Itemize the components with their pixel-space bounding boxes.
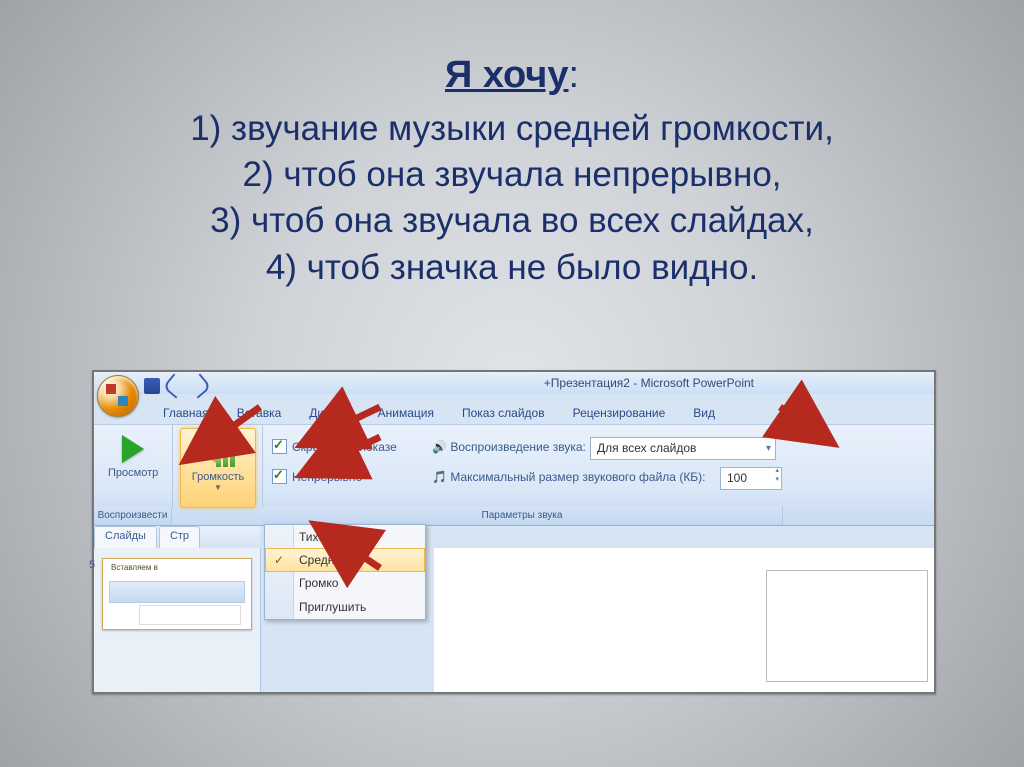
list-item: 4) чтоб значка не было видно. bbox=[0, 245, 1024, 291]
headline-list: 1) звучание музыки средней громкости, 2)… bbox=[0, 106, 1024, 291]
tab-outline[interactable]: Стр bbox=[159, 526, 200, 548]
tab-insert[interactable]: Вставка bbox=[228, 404, 291, 422]
group-play: Просмотр Воспроизвести bbox=[94, 425, 173, 507]
tab-animations[interactable]: Анимация bbox=[369, 404, 443, 422]
tab-slides[interactable]: Слайды bbox=[94, 526, 157, 548]
list-item: 3) чтоб она звучала во всех слайдах, bbox=[0, 198, 1024, 244]
label-max-size: 🎵 Максимальный размер звукового файла (К… bbox=[432, 470, 706, 485]
slide-canvas bbox=[434, 548, 934, 692]
tab-design[interactable]: Дизайн bbox=[300, 404, 358, 422]
slide-thumbnails: Вставляем в bbox=[94, 548, 261, 692]
volume-icon bbox=[198, 433, 238, 469]
checkbox-label: Непрерывно bbox=[292, 470, 362, 484]
group-play-label: Воспроизвести bbox=[94, 507, 172, 525]
menu-item-loud[interactable]: Громко bbox=[265, 571, 425, 595]
volume-menu: Тихо Средне Громко Приглушить bbox=[264, 524, 426, 620]
checkbox-label: Скрыть при показе bbox=[292, 440, 397, 454]
tab-review[interactable]: Рецензирование bbox=[564, 404, 675, 422]
volume-label: Громкость bbox=[181, 471, 255, 483]
redo-icon[interactable] bbox=[186, 373, 211, 398]
preview-label: Просмотр bbox=[108, 467, 158, 479]
ribbon-tabs: Главная Вставка Дизайн Анимация Показ сл… bbox=[154, 402, 724, 424]
powerpoint-screenshot: +Презентация2 - Microsoft PowerPoint Гла… bbox=[92, 370, 936, 694]
inner-slide-outline bbox=[766, 570, 928, 682]
thumbnail-title: Вставляем в bbox=[111, 563, 158, 572]
play-icon bbox=[122, 435, 144, 463]
office-button[interactable] bbox=[97, 375, 139, 417]
list-item: 1) звучание музыки средней громкости, bbox=[0, 106, 1024, 152]
group-params-label: Параметры звука bbox=[262, 507, 783, 525]
sound-play-icon: 🔊 bbox=[432, 440, 447, 455]
checkbox-hide-on-show[interactable]: Скрыть при показе bbox=[272, 439, 397, 454]
spinner-max-size[interactable]: 100 bbox=[720, 467, 782, 490]
undo-icon[interactable] bbox=[162, 373, 187, 398]
list-item: 2) чтоб она звучала непрерывно, bbox=[0, 152, 1024, 198]
checkbox-icon bbox=[272, 469, 287, 484]
window-top-strip bbox=[94, 372, 934, 394]
label-play-sound: 🔊 Воспроизведение звука: bbox=[432, 440, 586, 455]
menu-item-medium[interactable]: Средне bbox=[265, 548, 425, 572]
menu-item-quiet[interactable]: Тихо bbox=[265, 525, 425, 549]
pane-tabs: Слайды Стр bbox=[94, 526, 260, 549]
preview-button[interactable]: Просмотр bbox=[108, 431, 158, 485]
checkbox-loop[interactable]: Непрерывно bbox=[272, 469, 362, 484]
sound-file-icon: 🎵 bbox=[432, 470, 447, 485]
ribbon: Просмотр Воспроизвести Громкость ▼ Скрыт… bbox=[94, 424, 934, 526]
slide-thumbnail[interactable]: Вставляем в bbox=[102, 558, 252, 630]
tab-view[interactable]: Вид bbox=[684, 404, 724, 422]
quick-access-toolbar bbox=[144, 376, 208, 396]
headline-title: Я хочу bbox=[445, 54, 569, 96]
tab-home[interactable]: Главная bbox=[154, 404, 218, 422]
group-volume: Громкость ▼ bbox=[172, 425, 263, 507]
chevron-down-icon: ▼ bbox=[181, 483, 255, 492]
presentation-slide: Я хочу: 1) звучание музыки средней громк… bbox=[0, 0, 1024, 767]
window-title: +Презентация2 - Microsoft PowerPoint bbox=[544, 376, 754, 390]
headline-colon: : bbox=[568, 54, 579, 96]
headline: Я хочу: bbox=[0, 54, 1024, 97]
tab-slideshow[interactable]: Показ слайдов bbox=[453, 404, 554, 422]
volume-button[interactable]: Громкость ▼ bbox=[180, 428, 256, 508]
save-icon[interactable] bbox=[144, 378, 160, 394]
checkbox-icon bbox=[272, 439, 287, 454]
menu-item-mute[interactable]: Приглушить bbox=[265, 595, 425, 619]
combo-play-where[interactable]: Для всех слайдов bbox=[590, 437, 776, 460]
